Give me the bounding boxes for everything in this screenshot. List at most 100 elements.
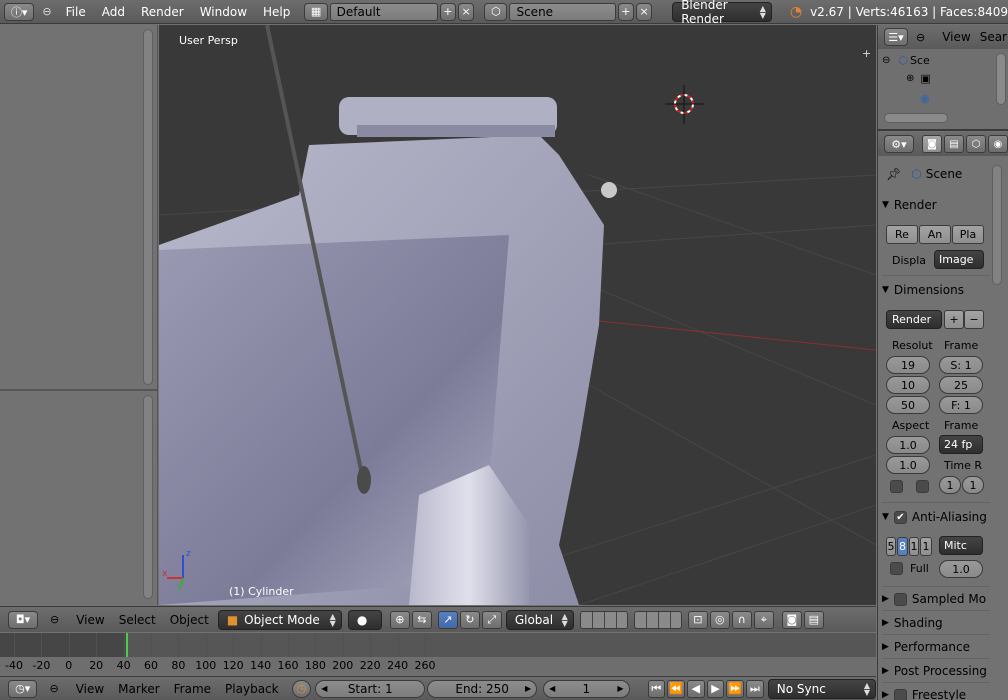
render-anim-button[interactable]: ▤ xyxy=(803,610,824,629)
aa-samples-8[interactable]: 8 xyxy=(897,537,908,556)
play-reverse-button[interactable]: ◀ xyxy=(686,679,705,698)
motion-blur-checkbox[interactable] xyxy=(893,592,907,606)
timeline-strip[interactable] xyxy=(0,633,876,657)
delete-layout-button[interactable]: × xyxy=(457,2,475,21)
time-old-field[interactable]: 1 xyxy=(939,476,961,494)
render-image-button[interactable]: Re xyxy=(886,225,918,244)
menu-window[interactable]: Window xyxy=(192,0,255,24)
editor-type-button[interactable]: ◷▾ xyxy=(8,679,38,698)
jump-end-button[interactable]: ⏭ xyxy=(746,679,764,698)
outliner-hscrollbar[interactable] xyxy=(884,113,948,123)
tab-scene[interactable]: ⬡ xyxy=(966,135,986,153)
preview-range-toggle[interactable]: ◷ xyxy=(291,679,312,698)
frame-start-field[interactable]: S: 1 xyxy=(939,356,983,374)
shading-panel[interactable]: ▶ Shading xyxy=(882,612,990,634)
time-new-field[interactable]: 1 xyxy=(962,476,984,494)
snap-element-select[interactable]: ⌖ xyxy=(753,610,774,629)
next-keyframe-button[interactable]: ⏩ xyxy=(726,679,745,698)
properties-scrollbar[interactable] xyxy=(992,165,1002,285)
delete-scene-button[interactable]: × xyxy=(635,2,653,21)
editor-type-button[interactable]: ⓘ▾ xyxy=(4,2,35,21)
translate-manipulator[interactable]: ↗ xyxy=(437,610,458,629)
sampled-motion-blur-panel[interactable]: ▶ Sampled Mo xyxy=(882,588,1008,610)
aspect-y-field[interactable]: 1.0 xyxy=(886,456,930,474)
current-frame-cursor[interactable] xyxy=(126,633,128,657)
play-animation-button[interactable]: Pla xyxy=(952,225,984,244)
scale-manipulator[interactable]: ⤢ xyxy=(481,610,502,629)
outliner-search[interactable]: Sear xyxy=(978,30,1008,44)
collapse-menu-icon[interactable]: ⊖ xyxy=(50,613,59,626)
render-engine-select[interactable]: Blender Render ▲ ▼ xyxy=(672,0,772,26)
menu-view[interactable]: View xyxy=(69,682,111,696)
outliner-row-scene[interactable]: ⊖ ⬡ Sce xyxy=(878,51,1008,69)
aspect-x-field[interactable]: 1.0 xyxy=(886,436,930,454)
tab-world[interactable]: ◉ xyxy=(988,135,1008,153)
outliner-vscrollbar[interactable] xyxy=(996,53,1006,105)
frame-step-field[interactable]: F: 1 xyxy=(939,396,983,414)
antialiasing-checkbox[interactable]: ✔ xyxy=(893,510,907,524)
tool-properties-scrollbar[interactable] xyxy=(143,395,153,599)
collapse-menu-icon[interactable]: ⊖ xyxy=(49,682,58,695)
antialiasing-panel-header[interactable]: ▼ ✔ Anti-Aliasing xyxy=(882,506,1008,528)
menu-frame[interactable]: Frame xyxy=(167,682,218,696)
render-still-button[interactable]: ◙ xyxy=(781,610,802,629)
tab-render-layers[interactable]: ▤ xyxy=(944,135,964,153)
viewport-shading-select[interactable]: ● xyxy=(347,609,382,630)
add-layout-button[interactable]: + xyxy=(439,2,456,21)
menu-marker[interactable]: Marker xyxy=(111,682,166,696)
3d-viewport[interactable]: z x y + User Persp (1) Cylinder xyxy=(159,25,876,605)
collapse-menu-icon[interactable]: ⊖ xyxy=(916,31,925,44)
layer-grid-left[interactable] xyxy=(579,610,628,629)
layout-name-field[interactable]: Default xyxy=(329,2,438,21)
tool-shelf-divider[interactable] xyxy=(0,389,158,391)
add-preset-button[interactable]: + xyxy=(944,310,964,329)
collapse-menu-icon[interactable]: ⊖ xyxy=(42,5,51,18)
pivot-point-button[interactable]: ⊕ xyxy=(389,610,410,629)
sync-mode-select[interactable]: No Sync ▲ ▼ xyxy=(767,678,877,699)
properties-toggle-icon[interactable]: + xyxy=(862,47,871,60)
aa-samples-11[interactable]: 1 xyxy=(909,537,919,556)
aa-filter-select[interactable]: Mitc xyxy=(939,536,983,555)
performance-panel[interactable]: ▶ Performance xyxy=(882,636,990,658)
editor-type-button[interactable]: ⚙▾ xyxy=(884,135,914,153)
post-processing-panel[interactable]: ▶ Post Processing xyxy=(882,660,1008,682)
outliner-row-renderlayers[interactable]: ⊕ ▣ xyxy=(878,69,1008,87)
frame-end-field[interactable]: 25 xyxy=(939,376,983,394)
transform-orientation-select[interactable]: Global ▲ ▼ xyxy=(505,609,574,630)
menu-object[interactable]: Object xyxy=(163,613,216,627)
aa-size-field[interactable]: 1.0 xyxy=(939,560,983,578)
freestyle-checkbox[interactable] xyxy=(893,688,907,700)
tab-render[interactable]: ◙ xyxy=(922,135,942,153)
timeline-area[interactable]: -40 -20 0 20 40 60 80 100 120 140 160 180 200 220 240 2… xyxy=(0,633,876,675)
resolution-x-field[interactable]: 19 xyxy=(886,356,930,374)
resolution-percent-field[interactable]: 50 xyxy=(886,396,930,414)
render-animation-button[interactable]: An xyxy=(919,225,951,244)
render-panel-header[interactable]: ▼ Render xyxy=(882,194,990,216)
menu-playback[interactable]: Playback xyxy=(218,682,286,696)
render-preset-select[interactable]: Render xyxy=(886,310,942,329)
snap-toggle[interactable]: ∩ xyxy=(731,610,752,629)
freestyle-panel[interactable]: ▶ Freestyle xyxy=(882,684,1008,700)
border-checkbox[interactable] xyxy=(890,480,903,493)
menu-render[interactable]: Render xyxy=(133,0,192,24)
start-frame-field[interactable]: ◀ Start: 1 xyxy=(315,679,426,698)
remove-preset-button[interactable]: − xyxy=(964,310,984,329)
proportional-edit-button[interactable]: ◎ xyxy=(709,610,730,629)
menu-view[interactable]: View xyxy=(935,30,977,44)
menu-add[interactable]: Add xyxy=(94,0,133,24)
jump-start-button[interactable]: ⏮ xyxy=(647,679,666,698)
aa-samples-16[interactable]: 1 xyxy=(920,537,932,556)
menu-select[interactable]: Select xyxy=(112,613,163,627)
aa-samples-5[interactable]: 5 xyxy=(886,537,896,556)
add-scene-button[interactable]: + xyxy=(617,2,634,21)
lock-layers-button[interactable]: ⊡ xyxy=(687,610,708,629)
dimensions-panel-header[interactable]: ▼ Dimensions xyxy=(882,279,990,301)
rotate-manipulator[interactable]: ↻ xyxy=(459,610,480,629)
crop-checkbox[interactable] xyxy=(916,480,929,493)
outliner-row-world[interactable]: ◉ xyxy=(878,89,1008,107)
end-frame-field[interactable]: End: 250 ▶ xyxy=(427,679,538,698)
outliner[interactable]: ☰▾ ⊖ View Sear ⊖ ⬡ Sce ⊕ ▣ ◉ xyxy=(878,25,1008,131)
play-button[interactable]: ▶ xyxy=(706,679,725,698)
layer-grid-right[interactable] xyxy=(633,610,682,629)
scene-name-field[interactable]: Scene xyxy=(509,2,616,21)
